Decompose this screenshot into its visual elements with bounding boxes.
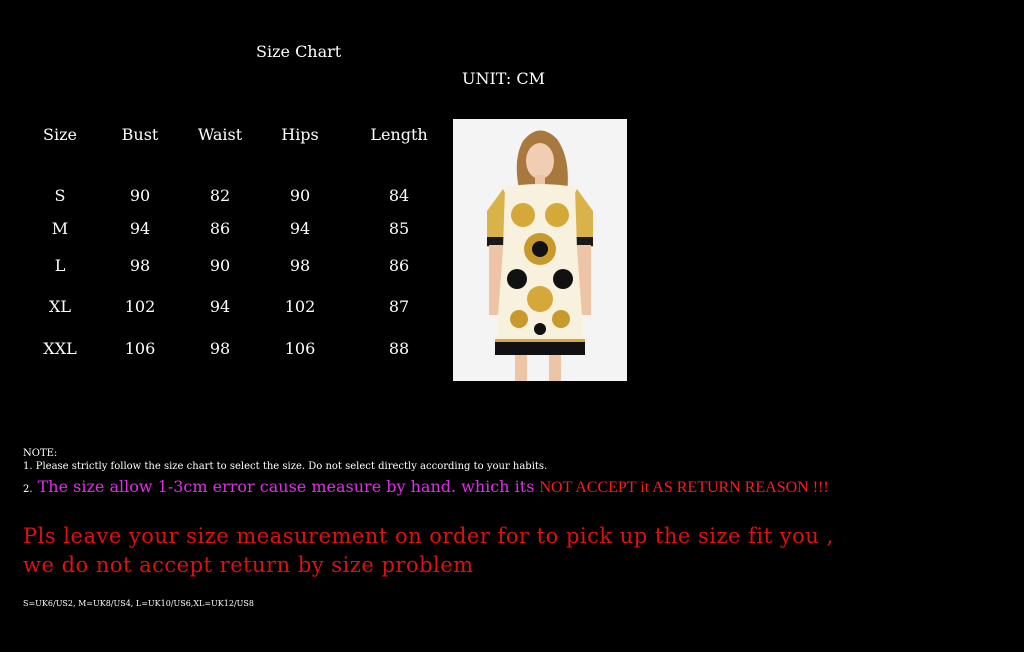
cell-size: S <box>54 186 66 205</box>
cell-length: 88 <box>388 339 410 358</box>
note-2-warning: NOT ACCEPT it AS RETURN REASON !!! <box>539 479 829 496</box>
message-line-2: we do not accept return by size problem <box>23 553 474 577</box>
header-bust: Bust <box>121 125 159 144</box>
cell-size: XXL <box>43 339 77 358</box>
cell-size: M <box>51 219 69 238</box>
cell-hips: 102 <box>284 297 316 316</box>
cell-bust: 90 <box>129 186 151 205</box>
note-heading: NOTE: <box>23 448 58 459</box>
header-waist: Waist <box>197 125 243 144</box>
size-conversion: S=UK6/US2, M=UK8/US4, L=UK10/US6,XL=UK12… <box>23 599 254 608</box>
header-hips: Hips <box>281 125 319 144</box>
cell-length: 84 <box>388 186 410 205</box>
cell-size: L <box>54 256 66 275</box>
header-length: Length <box>370 125 428 144</box>
cell-bust: 94 <box>129 219 151 238</box>
note-1: 1. Please strictly follow the size chart… <box>23 461 548 472</box>
cell-waist: 82 <box>209 186 231 205</box>
cell-bust: 106 <box>124 339 156 358</box>
header-size: Size <box>43 125 77 144</box>
cell-length: 86 <box>388 256 410 275</box>
page-title: Size Chart <box>256 42 342 61</box>
message-line-1: Pls leave your size measurement on order… <box>23 524 834 548</box>
cell-size: XL <box>48 297 71 316</box>
cell-hips: 106 <box>284 339 316 358</box>
note-2-number: 2. <box>23 484 33 495</box>
cell-length: 87 <box>388 297 410 316</box>
cell-hips: 98 <box>289 256 311 275</box>
cell-waist: 86 <box>209 219 231 238</box>
unit-label: UNIT: CM <box>462 69 546 88</box>
cell-waist: 98 <box>209 339 231 358</box>
note-2: 2. The size allow 1-3cm error cause meas… <box>23 477 829 497</box>
cell-waist: 94 <box>209 297 231 316</box>
cell-bust: 98 <box>129 256 151 275</box>
cell-waist: 90 <box>209 256 231 275</box>
product-photo <box>453 119 627 381</box>
note-2-text: The size allow 1-3cm error cause measure… <box>32 477 540 496</box>
cell-hips: 90 <box>289 186 311 205</box>
cell-bust: 102 <box>124 297 156 316</box>
cell-hips: 94 <box>289 219 311 238</box>
cell-length: 85 <box>388 219 410 238</box>
